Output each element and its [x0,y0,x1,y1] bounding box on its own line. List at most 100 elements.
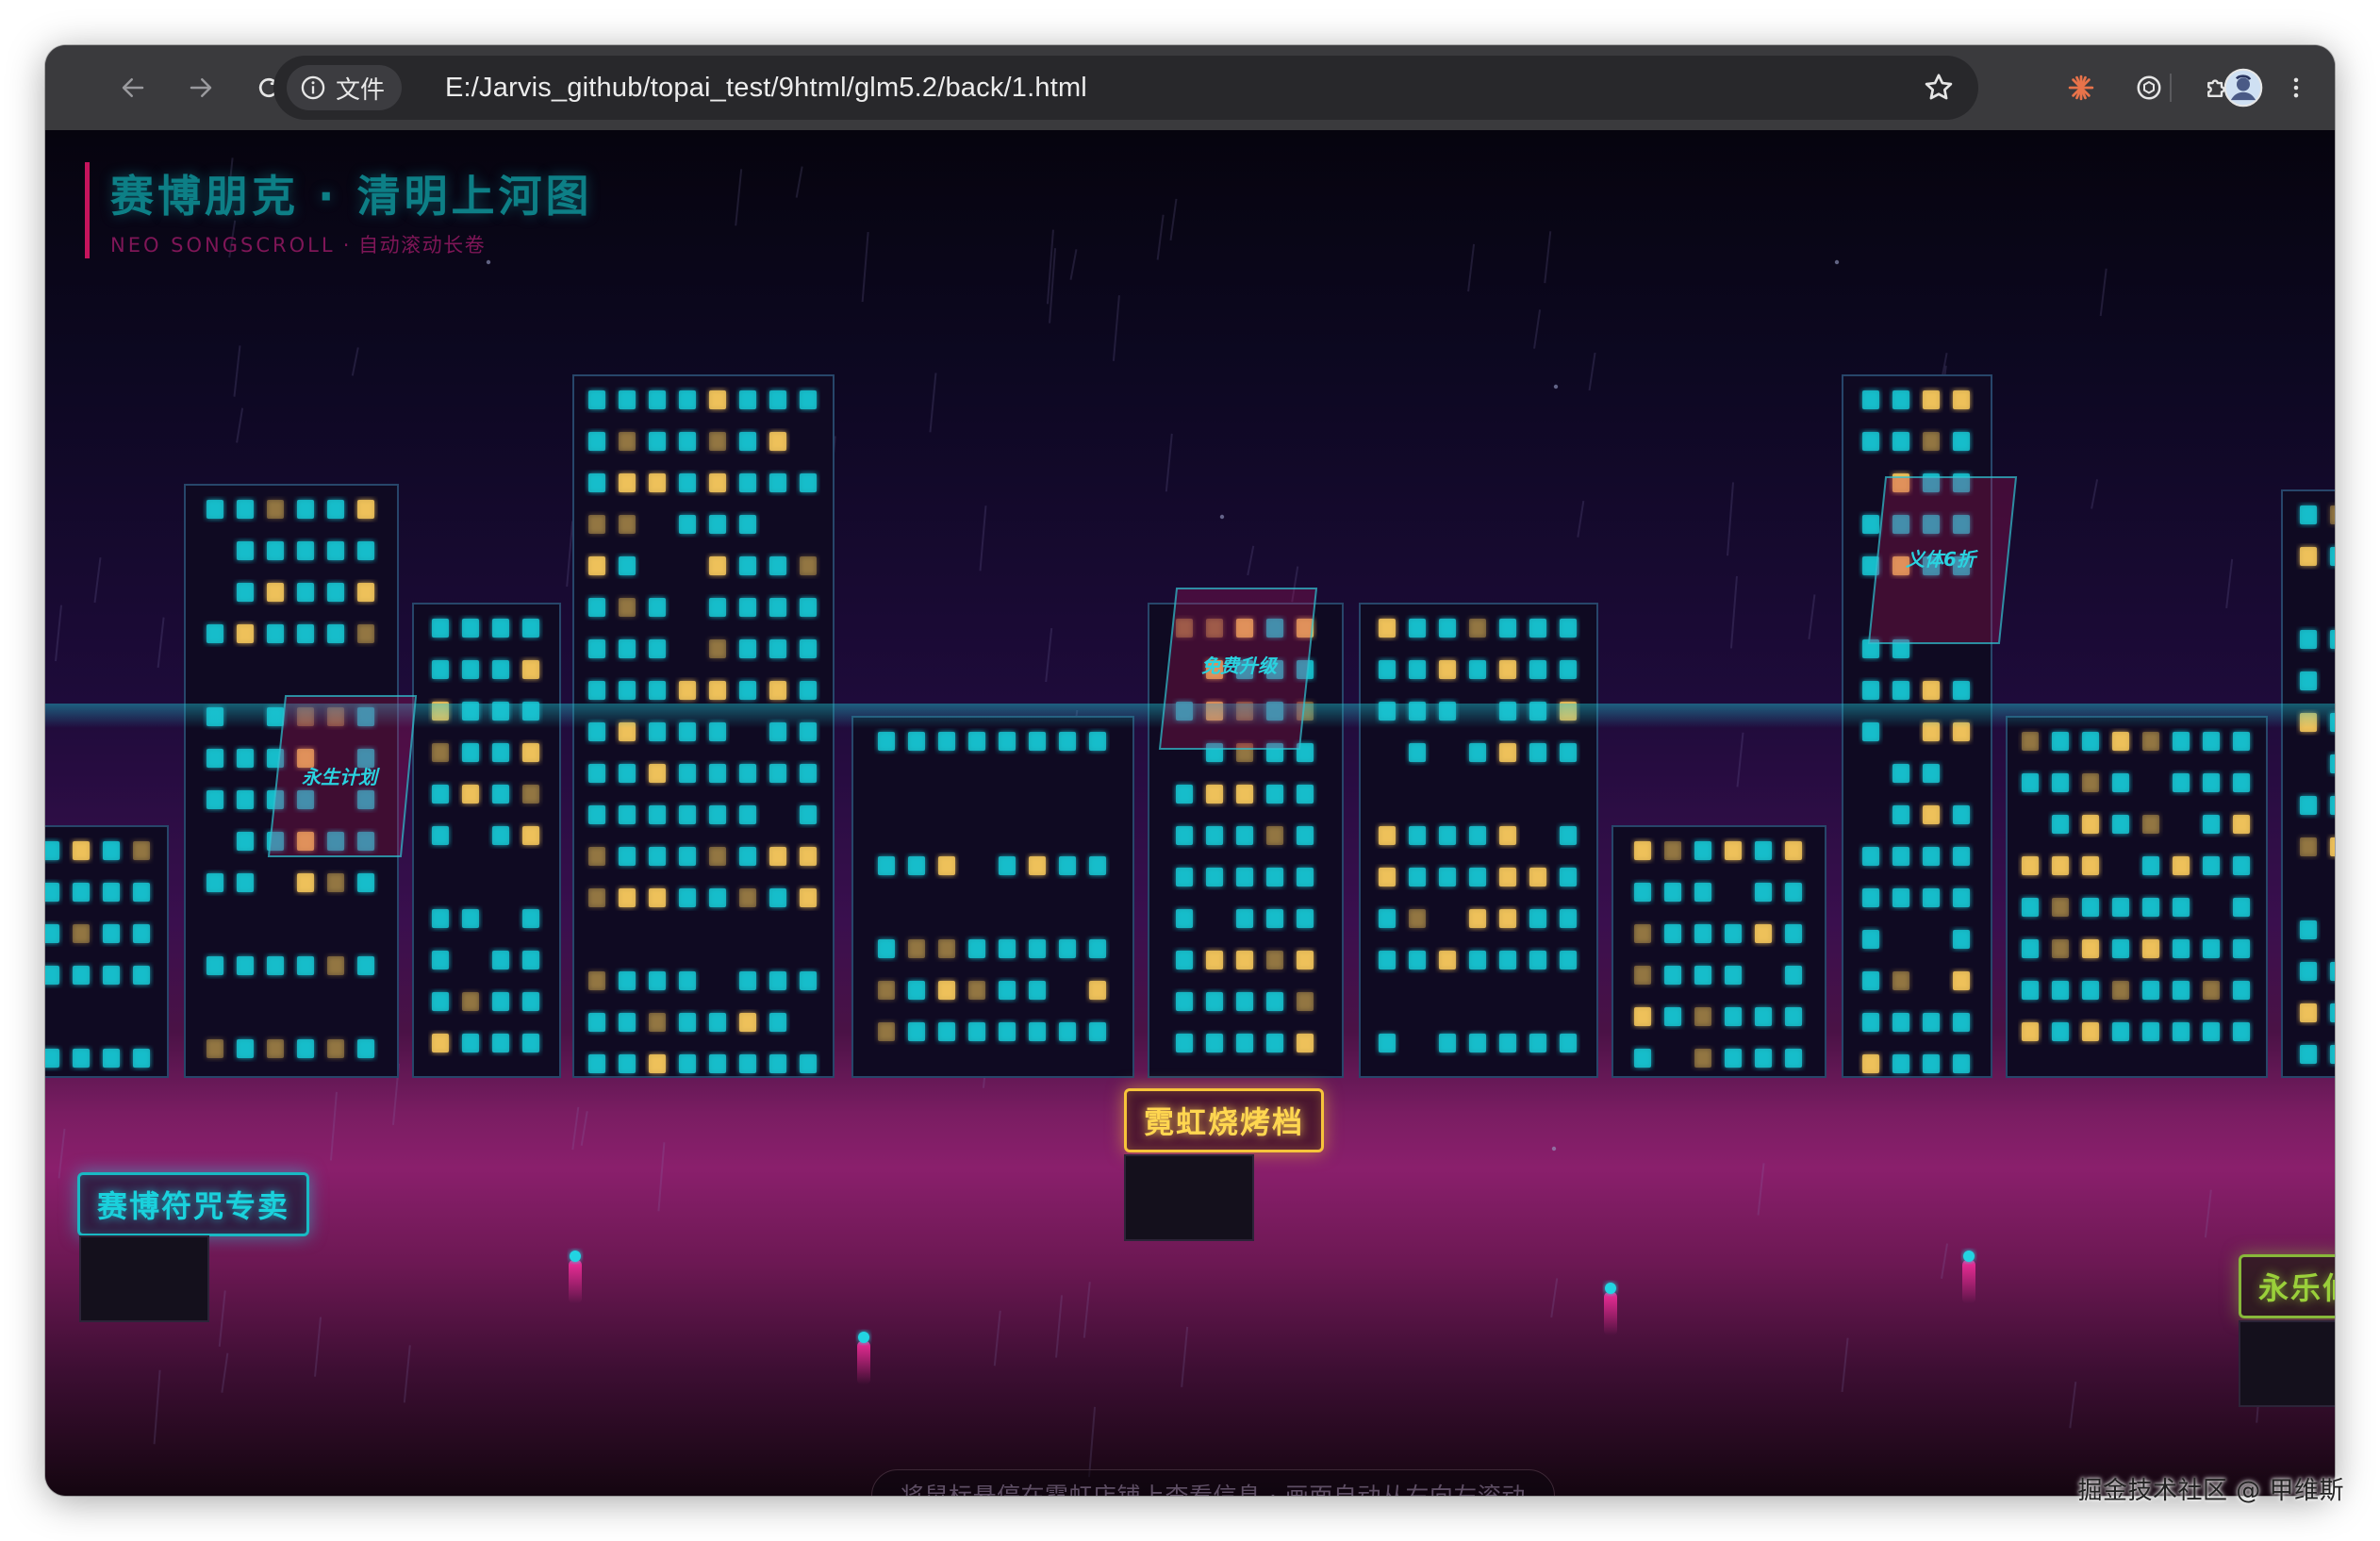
window-light [1176,909,1193,928]
window-light [679,764,696,783]
window-light [297,873,314,892]
window-light [1923,847,1940,866]
window-light [432,909,449,928]
rain-streak [1467,243,1476,292]
window-light [45,841,59,860]
window-light [1755,1007,1772,1026]
window-light [1862,390,1879,409]
subtitle-en: NEO SONGSCROLL [110,234,336,257]
window-light [1059,939,1076,958]
window-light [1923,432,1940,451]
url-text[interactable]: E:/Jarvis_github/topai_test/9html/glm5.2… [445,56,1087,120]
window-light [619,1013,636,1032]
store-sign-charms[interactable]: 赛博符咒专卖 [77,1172,310,1236]
window-light [2233,1022,2250,1041]
window-light [588,432,605,451]
profile-avatar-button[interactable] [2221,65,2266,110]
window-light [1176,951,1193,969]
window-light [1439,1034,1456,1052]
window-light [1499,868,1516,886]
window-light [769,556,786,575]
window-light [327,624,344,643]
rain-streak [1588,352,1596,391]
address-bar[interactable]: 文件 E:/Jarvis_github/topai_test/9html/glm… [273,56,1978,120]
extension-openai-button[interactable] [2127,66,2171,109]
window-light [619,598,636,617]
window-light [1439,868,1456,886]
window-light [1236,951,1253,969]
window-light [800,805,817,824]
window-light [492,826,509,845]
forward-button[interactable] [179,66,223,109]
window-light [1409,743,1426,762]
store-sign-bbq[interactable]: 霓虹烧烤档 [1124,1088,1325,1152]
window-light [432,619,449,638]
window-light [207,624,223,643]
window-light [938,939,955,958]
bookmark-star-icon[interactable] [1922,71,1956,105]
window-light [2022,898,2039,917]
arrow-right-icon [190,78,212,97]
rain-streak [1055,1295,1064,1358]
window-light [2233,981,2250,1000]
window-light [619,639,636,658]
star [1219,514,1225,520]
window-light [739,639,756,658]
rain-streak [1736,732,1744,787]
store-front-charms[interactable] [79,1235,209,1322]
window-light [739,764,756,783]
window-light [1923,764,1940,783]
window-light [2082,1022,2099,1041]
browser-window: 文件 E:/Jarvis_github/topai_test/9html/glm… [45,45,2335,1496]
window-light [1953,930,1970,949]
window-light [1297,992,1314,1011]
window-light [1236,826,1253,845]
window-light [462,743,479,762]
window-light [800,390,817,409]
window-light [492,785,509,804]
window-light [133,924,150,943]
window-light [267,624,284,643]
window-light [588,847,605,866]
billboard: 免费升级 [1158,588,1318,750]
window-light [1059,1022,1076,1041]
window-light [1634,1007,1651,1026]
window-light [1499,743,1516,762]
rain-streak [1577,501,1585,538]
window-light [2203,981,2220,1000]
window-light [1529,619,1546,638]
back-button[interactable] [111,66,155,109]
window-light [1089,1022,1106,1041]
window-light [709,432,726,451]
window-light [522,826,539,845]
window-light [709,390,726,409]
browser-menu-button[interactable] [2274,66,2318,109]
page-header: 赛博朋克 · 清明上河图 NEO SONGSCROLL · 自动滚动长卷 [85,162,593,258]
window-light [2173,856,2190,875]
pedestrian [1604,1283,1617,1335]
window-light [2142,939,2159,958]
store-front-yongle[interactable] [2239,1320,2335,1407]
store-sign-yongle[interactable]: 永乐仙 [2239,1254,2335,1318]
window-light [1560,619,1577,638]
window-light [908,939,925,958]
window-light [619,888,636,907]
window-light [73,841,90,860]
window-light [357,583,374,602]
window-light [2082,856,2099,875]
window-light [432,660,449,679]
window-light [1560,909,1577,928]
building [412,603,561,1078]
window-light [237,583,254,602]
window-light [588,390,605,409]
window-light [2082,898,2099,917]
window-light [2082,815,2099,834]
window-light [1923,888,1940,907]
window-light [2052,981,2069,1000]
extension-claude-button[interactable] [2059,66,2103,109]
store-front-bbq[interactable] [1124,1154,1254,1241]
site-info-chip[interactable]: 文件 [287,65,403,110]
window-light [2112,898,2129,917]
window-light [1755,924,1772,943]
window-light [1206,826,1223,845]
